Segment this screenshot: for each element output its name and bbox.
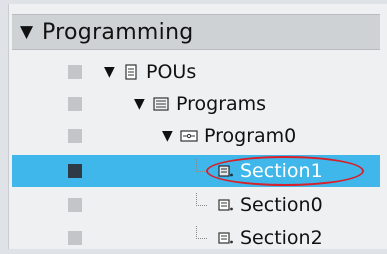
tree-connector	[196, 193, 207, 206]
section-title: Programming	[42, 19, 194, 45]
collapse-arrow-icon[interactable]: ▼	[20, 23, 42, 41]
tree-row-section0[interactable]: Section0	[12, 189, 380, 221]
expand-arrow-icon[interactable]: ▼	[134, 97, 152, 111]
row-marker	[68, 231, 82, 245]
tree-connector	[196, 226, 207, 239]
tree-label: Program0	[204, 125, 297, 147]
section-icon	[216, 229, 234, 247]
tree-row-programs[interactable]: ▼ Programs	[12, 88, 380, 120]
tree-label: Section0	[240, 194, 323, 216]
expand-arrow-icon[interactable]: ▼	[104, 65, 122, 79]
row-marker	[68, 97, 82, 111]
tree-label: Programs	[176, 93, 267, 115]
row-marker	[68, 164, 82, 178]
tree-label: Section2	[240, 227, 323, 249]
programming-section-header[interactable]: ▼ Programming	[12, 14, 380, 50]
row-marker	[68, 65, 82, 79]
tree-row-pous[interactable]: ▼ POUs	[12, 56, 380, 88]
expand-arrow-icon[interactable]: ▼	[162, 129, 180, 143]
row-marker	[68, 198, 82, 212]
section-icon	[216, 196, 234, 214]
row-marker	[68, 129, 82, 143]
tree-row-program0[interactable]: ▼ Program0	[12, 120, 380, 152]
tree-label: POUs	[146, 61, 197, 83]
pous-icon	[122, 63, 140, 81]
highlight-ring	[206, 156, 364, 186]
programs-folder-icon	[152, 95, 170, 113]
program-icon	[180, 127, 198, 145]
tree-row-section2[interactable]: Section2	[12, 222, 380, 254]
